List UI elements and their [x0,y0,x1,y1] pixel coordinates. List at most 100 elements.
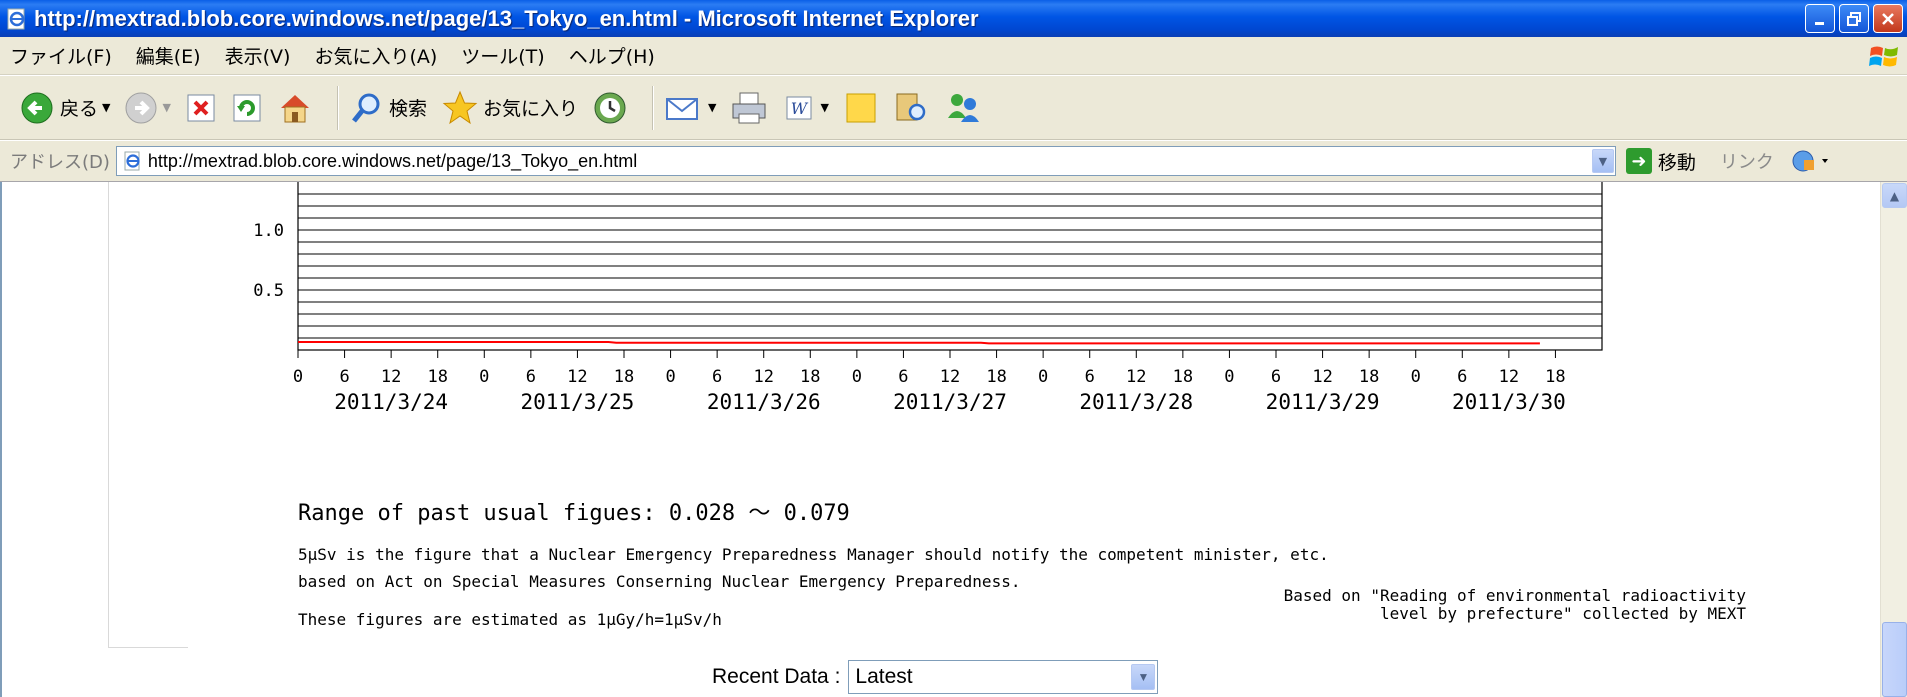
x-hour-label: 18 [1545,367,1565,387]
x-hour-label: 0 [1224,367,1234,387]
stop-button[interactable] [185,92,217,124]
toolbar-separator [651,85,654,130]
printer-icon [732,92,766,123]
x-hour-label: 6 [339,367,349,387]
menu-file[interactable]: ファイル(F) [10,42,112,69]
x-hour-label: 12 [940,367,960,387]
x-date-label: 2011/3/28 [1079,390,1193,414]
address-label: アドレス(D) [10,152,110,173]
favorites-star-icon [442,90,478,124]
address-input[interactable]: http://mextrad.blob.core.windows.net/pag… [115,146,1616,176]
chevron-down-icon[interactable]: ▼ [1131,664,1156,690]
minimize-button[interactable] [1805,4,1835,33]
menu-help[interactable]: ヘルプ(H) [569,42,655,69]
search-icon [352,93,380,123]
x-hour-label: 6 [1271,367,1281,387]
edit-dropdown-icon[interactable]: ▼ [820,101,828,114]
source-credit-line1: Based on "Reading of environmental radio… [1283,586,1746,605]
menu-tools[interactable]: ツール(T) [461,42,544,69]
menu-view[interactable]: 表示(V) [225,42,291,69]
forward-dropdown-icon[interactable]: ▼ [162,101,170,114]
links-label[interactable]: リンク [1720,148,1774,174]
scroll-up-button[interactable]: ▲ [1882,183,1907,208]
page-content: 1.51.00.50612182011/3/240612182011/3/250… [0,182,1880,697]
favorites-label: お気に入り [482,98,578,120]
go-arrow-icon: ➜ [1625,148,1652,174]
recent-data-select[interactable]: Latest ▼ [848,660,1159,694]
menu-favorites[interactable]: お気に入り(A) [314,42,437,69]
messenger-button[interactable] [943,90,983,126]
x-date-label: 2011/3/25 [521,390,635,414]
x-hour-label: 12 [753,367,773,387]
y-tick-label: 0.5 [253,281,284,301]
back-label: 戻る [60,98,99,120]
discuss-button[interactable] [843,90,879,126]
address-dropdown-icon[interactable]: ▼ [1591,149,1614,173]
messenger-icon [947,93,979,122]
estimate-note: These figures are estimated as 1μGy/h=1μ… [298,610,722,629]
address-url: http://mextrad.blob.core.windows.net/pag… [147,150,638,171]
go-label: 移動 [1657,151,1696,174]
notify-note-line2: based on Act on Special Measures Consern… [298,572,1021,591]
mail-dropdown-icon[interactable]: ▼ [708,101,716,114]
window-controls [1805,4,1903,33]
x-hour-label: 0 [1411,367,1421,387]
x-hour-label: 12 [1126,367,1146,387]
minimize-icon [1815,21,1824,25]
back-dropdown-icon[interactable]: ▼ [102,101,110,114]
menu-edit[interactable]: 編集(E) [136,42,201,69]
mail-button[interactable]: ▼ [664,91,716,125]
note-icon [846,93,876,122]
refresh-button[interactable] [231,92,263,124]
back-button[interactable]: 戻る ▼ [20,91,110,125]
x-hour-label: 6 [526,367,536,387]
stop-icon [187,94,215,121]
word-edit-icon: W [786,96,812,119]
x-hour-label: 0 [479,367,489,387]
source-credit-line2: level by prefecture" collected by MEXT [1379,604,1746,623]
search-button[interactable]: 検索 [349,91,427,125]
x-hour-label: 12 [1499,367,1519,387]
forward-button[interactable]: ▼ [124,91,171,125]
print-button[interactable] [730,90,768,126]
x-date-label: 2011/3/26 [707,390,821,414]
x-hour-label: 18 [1173,367,1193,387]
ie-page-icon [124,151,140,171]
home-icon [280,94,309,122]
history-button[interactable] [592,90,628,126]
y-tick-label: 1.0 [253,221,284,241]
links-toolbar-icon[interactable] [1790,148,1830,174]
recent-data-control: Recent Data : Latest ▼ [712,660,1159,694]
research-icon [896,93,926,120]
edit-button[interactable]: W ▼ [782,92,829,124]
x-hour-label: 0 [665,367,675,387]
history-icon [594,92,626,123]
restore-button[interactable] [1839,4,1869,33]
address-bar: アドレス(D) http://mextrad.blob.core.windows… [0,140,1907,182]
research-button[interactable] [893,90,929,126]
notify-note-line1: 5μSv is the figure that a Nuclear Emerge… [298,545,1329,564]
favorites-button[interactable]: お気に入り [441,90,578,126]
x-date-label: 2011/3/24 [334,390,448,414]
ie-page-icon [7,8,25,29]
source-credit: Based on "Reading of environmental radio… [1284,587,1746,623]
home-button[interactable] [277,91,313,125]
vertical-scrollbar[interactable]: ▲ [1880,182,1907,697]
x-hour-label: 18 [1359,367,1379,387]
recent-data-selected: Latest [855,665,913,688]
close-button[interactable] [1873,4,1903,33]
restore-icon [1847,11,1861,26]
window-title: http://mextrad.blob.core.windows.net/pag… [34,5,979,31]
x-hour-label: 6 [1085,367,1095,387]
close-icon [1882,12,1894,25]
x-hour-label: 6 [712,367,722,387]
x-hour-label: 12 [381,367,401,387]
scroll-thumb[interactable] [1882,622,1907,697]
go-button[interactable]: ➜ 移動 [1625,148,1696,175]
dose-rate-chart: 1.51.00.50612182011/3/240612182011/3/250… [253,182,1603,414]
usual-range-text: Range of past usual figues: 0.028 ～ 0.07… [298,501,850,526]
search-label: 検索 [388,98,427,120]
x-hour-label: 0 [1038,367,1048,387]
content-bottom-border [108,647,188,648]
x-hour-label: 0 [293,367,303,387]
